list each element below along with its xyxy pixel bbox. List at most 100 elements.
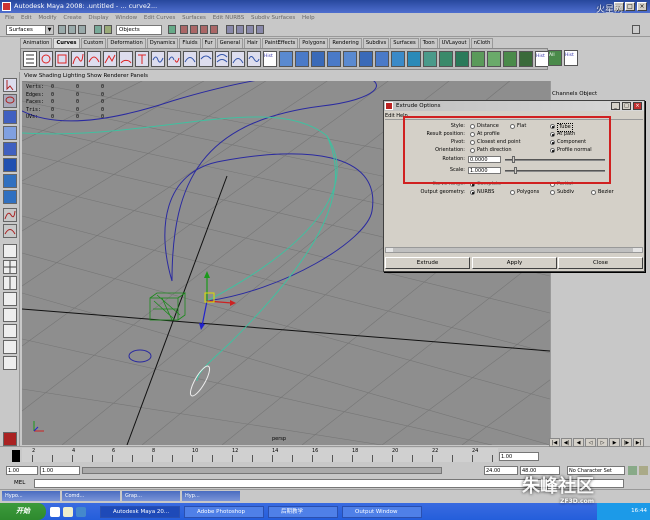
menu-subdiv-surfaces[interactable]: Subdiv Surfaces — [251, 15, 295, 21]
taskbar-item-photoshop[interactable]: Adobe Photoshop — [184, 506, 264, 518]
dialog-minimize-button[interactable]: _ — [611, 102, 620, 110]
tab-hair[interactable]: Hair — [244, 38, 261, 48]
mini-window-graph[interactable]: Grap... — [122, 491, 180, 501]
step-back-key-button[interactable]: ◀| — [561, 438, 572, 447]
cube-icon[interactable] — [295, 51, 309, 67]
ep-curve-icon[interactable] — [87, 51, 101, 67]
all-icon[interactable]: All — [548, 50, 562, 66]
scrollbar-thumb[interactable] — [393, 248, 633, 252]
output-nurbs-radio[interactable] — [470, 190, 475, 195]
tab-toon[interactable]: Toon — [419, 38, 438, 48]
layout-graph-icon[interactable] — [3, 308, 17, 322]
layout-outliner-icon[interactable] — [3, 292, 17, 306]
range-start-field[interactable]: 1.00 — [6, 466, 38, 475]
start-button[interactable]: 开始 — [0, 503, 46, 520]
menu-help[interactable]: Help — [302, 15, 315, 21]
menu-window[interactable]: Window — [115, 15, 137, 21]
range-bar[interactable] — [82, 467, 442, 474]
tab-custom[interactable]: Custom — [80, 38, 107, 48]
range-end-field[interactable]: 24.00 — [484, 466, 518, 475]
tab-fluids[interactable]: Fluids — [179, 38, 201, 48]
bevel-icon[interactable] — [487, 51, 501, 67]
paint-select-icon[interactable] — [3, 110, 17, 124]
open-scene-icon[interactable] — [68, 25, 76, 34]
cylinder-icon[interactable] — [311, 51, 325, 67]
selection-mode-field[interactable]: Objects — [116, 25, 162, 35]
select-object-icon[interactable] — [104, 25, 112, 34]
detach-curves-icon[interactable] — [167, 51, 181, 67]
mini-window-component[interactable]: Comd... — [62, 491, 120, 501]
tab-subdivs[interactable]: Subdivs — [362, 38, 390, 48]
panel-menu-lighting[interactable]: Lighting — [63, 73, 85, 79]
last-tool-icon[interactable] — [3, 190, 17, 204]
trim-icon[interactable] — [519, 51, 533, 67]
hist2-icon[interactable]: Hist — [564, 50, 578, 66]
play-back-button[interactable]: ◁ — [585, 438, 596, 447]
current-frame-field[interactable]: 1.00 — [499, 452, 539, 461]
menu-modify[interactable]: Modify — [38, 15, 56, 21]
step-back-button[interactable]: ◀ — [573, 438, 584, 447]
layout-four-icon[interactable] — [3, 260, 17, 274]
channel-box-toggle-icon[interactable] — [632, 25, 640, 34]
lasso-tool-icon[interactable] — [3, 94, 17, 108]
insert-knot-icon[interactable] — [183, 51, 197, 67]
ep-tool-icon[interactable] — [3, 224, 17, 238]
current-time-marker[interactable] — [12, 450, 20, 462]
dialog-close-button[interactable]: × — [633, 102, 642, 110]
rebuild-curve-icon[interactable] — [247, 51, 261, 67]
planar-icon[interactable] — [407, 51, 421, 67]
cone-icon[interactable] — [327, 51, 341, 67]
menu-edit-curves[interactable]: Edit Curves — [144, 15, 176, 21]
panel-menu-shading[interactable]: Shading — [39, 73, 61, 79]
panel-menu-show[interactable]: Show — [87, 73, 102, 79]
tab-surfaces[interactable]: Surfaces — [390, 38, 419, 48]
menu-edit-nurbs[interactable]: Edit NURBS — [213, 15, 245, 21]
auto-key-icon[interactable] — [628, 466, 637, 475]
hist-icon[interactable]: Hist — [535, 51, 549, 67]
ipr-icon[interactable] — [246, 25, 254, 34]
tab-uvlayout[interactable]: UVLayout — [438, 38, 470, 48]
layout-single-icon[interactable] — [3, 244, 17, 258]
tab-general[interactable]: General — [216, 38, 244, 48]
rotate-tool-icon[interactable] — [3, 142, 17, 156]
curve-square-icon[interactable] — [55, 51, 69, 67]
taskbar-item-output[interactable]: Output Window — [342, 506, 422, 518]
extrude-icon[interactable] — [423, 51, 437, 67]
sphere-icon[interactable] — [279, 51, 293, 67]
play-forward-button[interactable]: ▷ — [597, 438, 608, 447]
curve-history-icon[interactable]: Hist — [263, 51, 277, 67]
tab-channels[interactable]: Channels — [552, 91, 577, 97]
quick-launch-ie-icon[interactable] — [50, 507, 60, 517]
layout-hypershade-icon[interactable] — [3, 324, 17, 338]
new-scene-icon[interactable] — [58, 25, 66, 34]
loft-icon[interactable] — [391, 51, 405, 67]
go-to-end-button[interactable]: ▶| — [633, 438, 644, 447]
menu-file[interactable]: File — [5, 15, 14, 21]
mask-icon[interactable] — [168, 25, 176, 34]
menu-edit[interactable]: Edit — [21, 15, 32, 21]
nurbs-to-poly-icon[interactable] — [503, 51, 517, 67]
tab-fur[interactable]: Fur — [201, 38, 216, 48]
save-scene-icon[interactable] — [78, 25, 86, 34]
plane-icon[interactable] — [343, 51, 357, 67]
output-subdiv-radio[interactable] — [550, 190, 555, 195]
text-curve-icon[interactable] — [135, 51, 149, 67]
extend-curve-icon[interactable] — [199, 51, 213, 67]
apply-button[interactable]: Apply — [472, 257, 557, 269]
attach-curves-icon[interactable] — [151, 51, 165, 67]
boundary-icon[interactable] — [455, 51, 469, 67]
step-forward-key-button[interactable]: |▶ — [621, 438, 632, 447]
dialog-menu-edit[interactable]: Edit — [385, 113, 395, 119]
tab-curves[interactable]: Curves — [53, 38, 80, 48]
shelf-menu-icon[interactable] — [23, 51, 37, 67]
pencil-curve-icon[interactable] — [103, 51, 117, 67]
extrude-button[interactable]: Extrude — [385, 257, 470, 269]
tab-deformation[interactable]: Deformation — [107, 38, 146, 48]
torus-icon[interactable] — [359, 51, 373, 67]
output-bezier-radio[interactable] — [591, 190, 596, 195]
curve-circle-icon[interactable] — [39, 51, 53, 67]
snap-point-icon[interactable] — [200, 25, 208, 34]
revolve-icon[interactable] — [375, 51, 389, 67]
layout-side-icon[interactable] — [3, 276, 17, 290]
menu-create[interactable]: Create — [63, 15, 81, 21]
